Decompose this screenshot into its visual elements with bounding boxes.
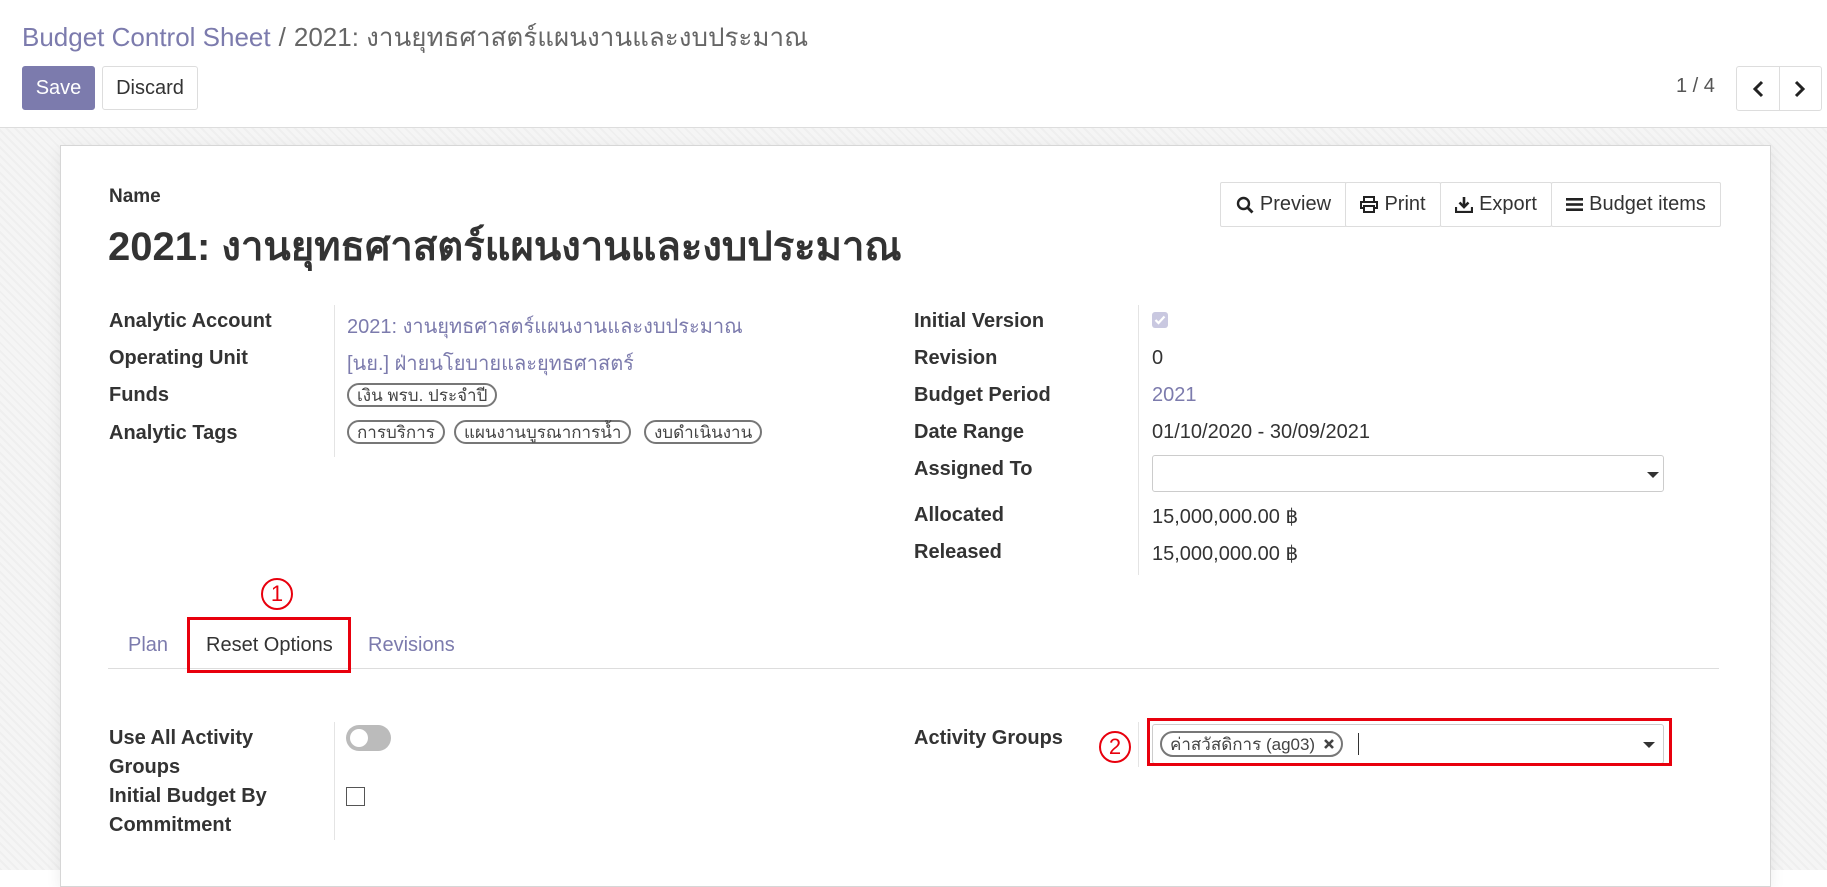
annotation-box-2: [1147, 718, 1672, 766]
annotation-marker-1: 1: [261, 578, 293, 610]
use-all-activity-groups-toggle[interactable]: [346, 725, 391, 751]
chevron-left-icon: [1752, 80, 1763, 97]
reset-left-separator: [334, 722, 335, 840]
caret-down-icon: [1647, 472, 1659, 478]
control-panel: Budget Control Sheet/2021: งานยุทธศาสตร์…: [0, 0, 1827, 128]
initial-version-checkbox[interactable]: [1152, 312, 1168, 328]
preview-button[interactable]: Preview: [1220, 182, 1347, 227]
analytic-tag: งบดำเนินงาน: [644, 420, 763, 444]
assigned-to-select[interactable]: [1152, 455, 1664, 492]
use-all-activity-groups-label: Use All Activity: [109, 727, 254, 749]
analytic-account-link[interactable]: 2021: งานยุทธศาสตร์แผนงานและงบประมาณ: [347, 310, 743, 342]
download-icon: [1455, 197, 1474, 213]
pager-buttons: [1736, 66, 1822, 111]
initial-budget-by-commitment-label: Initial Budget By: [109, 785, 267, 807]
left-group-separator: [334, 305, 335, 457]
breadcrumb: Budget Control Sheet/2021: งานยุทธศาสตร์…: [22, 17, 808, 58]
print-label: Print: [1384, 193, 1426, 215]
initial-version-label: Initial Version: [914, 310, 1045, 332]
funds-tag: เงิน พรบ. ประจำปี: [347, 383, 498, 407]
chevron-right-icon: [1795, 80, 1806, 97]
annotation-box-1: [187, 617, 351, 673]
breadcrumb-separator: /: [278, 22, 286, 52]
right-group-separator: [1138, 305, 1139, 575]
budget-items-button[interactable]: Budget items: [1551, 182, 1721, 227]
budget-period-link[interactable]: 2021: [1152, 384, 1197, 407]
breadcrumb-parent-link[interactable]: Budget Control Sheet: [22, 22, 271, 52]
analytic-account-label: Analytic Account: [109, 310, 272, 332]
analytic-tags-label: Analytic Tags: [109, 422, 238, 444]
print-icon: [1360, 196, 1379, 213]
pager-previous-button[interactable]: [1737, 67, 1780, 110]
date-range-label: Date Range: [914, 421, 1025, 443]
toggle-knob: [350, 729, 368, 747]
activity-groups-label: Activity Groups: [914, 727, 1063, 749]
allocated-value: 15,000,000.00 ฿: [1152, 506, 1299, 528]
operating-unit-link[interactable]: [นย.] ฝ่ายนโยบายและยุทธศาสตร์: [347, 347, 634, 379]
save-button[interactable]: Save: [22, 66, 95, 110]
date-range-value: 01/10/2020 - 30/09/2021: [1152, 421, 1370, 443]
tab-plan[interactable]: Plan: [128, 634, 168, 657]
name-label: Name: [109, 186, 161, 207]
export-button[interactable]: Export: [1440, 182, 1552, 227]
revision-label: Revision: [914, 347, 998, 369]
use-all-activity-groups-label-line2: Groups: [109, 756, 181, 778]
pager-next-button[interactable]: [1780, 67, 1822, 110]
record-title: 2021: งานยุทธศาสตร์แผนงานและงบประมาณ: [108, 225, 902, 269]
initial-budget-by-commitment-label-line2: Commitment: [109, 814, 232, 836]
annotation-marker-2: 2: [1099, 731, 1131, 763]
budget-items-label: Budget items: [1589, 193, 1706, 215]
breadcrumb-current: 2021: งานยุทธศาสตร์แผนงานและงบประมาณ: [293, 22, 809, 52]
export-label: Export: [1479, 193, 1537, 215]
initial-budget-by-commitment-checkbox[interactable]: [346, 787, 365, 806]
preview-label: Preview: [1259, 193, 1332, 215]
operating-unit-label: Operating Unit: [109, 347, 248, 369]
tab-revisions[interactable]: Revisions: [368, 634, 455, 657]
check-icon: [1154, 315, 1166, 325]
print-button[interactable]: Print: [1345, 182, 1441, 227]
released-value: 15,000,000.00 ฿: [1152, 543, 1299, 565]
revision-value: 0: [1152, 347, 1164, 369]
reset-right-separator: [1138, 722, 1139, 767]
released-label: Released: [914, 541, 1002, 563]
search-icon: [1236, 196, 1254, 213]
pager-value: 1 / 4: [1676, 75, 1715, 97]
analytic-tag: การบริการ: [347, 420, 445, 444]
assigned-to-label: Assigned To: [914, 458, 1033, 480]
discard-button[interactable]: Discard: [102, 66, 198, 110]
analytic-tag: แผนงานบูรณาการน้ำ: [454, 420, 632, 444]
allocated-label: Allocated: [914, 504, 1005, 526]
list-icon: [1566, 198, 1584, 211]
funds-label: Funds: [109, 384, 169, 406]
budget-period-label: Budget Period: [914, 384, 1051, 406]
